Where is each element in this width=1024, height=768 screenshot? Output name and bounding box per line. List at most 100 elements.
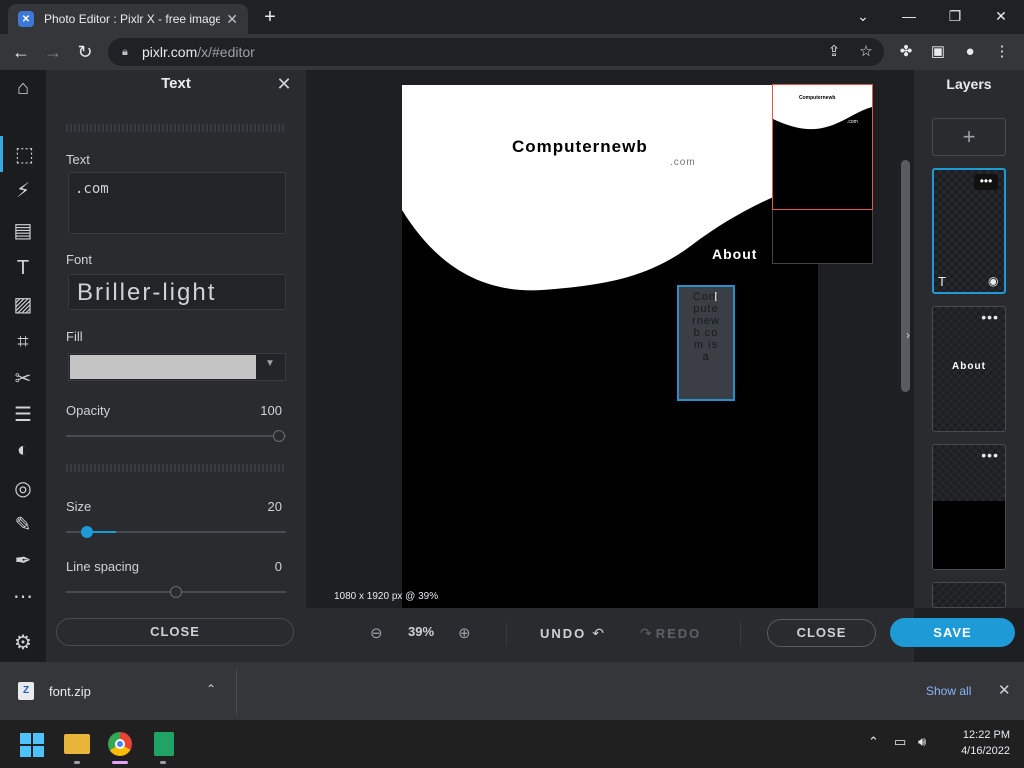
layers-title: Layers: [946, 76, 992, 92]
filter-icon[interactable]: ◐: [0, 432, 46, 468]
browser-toolbar: ← → ↻ 🔒︎ pixlr.com /x/#editor ⇪ ☆ ✤ ▣ ● …: [0, 34, 1024, 70]
extensions-icon[interactable]: ✤: [896, 42, 916, 62]
auto-fix-icon[interactable]: ⚡︎: [0, 172, 46, 208]
back-icon[interactable]: ←: [10, 42, 32, 62]
undo-button[interactable]: UNDO ↶: [540, 625, 604, 642]
document-canvas[interactable]: Computernewb .com About Com pute rnew b co m…: [402, 85, 818, 608]
layout-icon[interactable]: ▤: [0, 212, 46, 248]
text-layer-icon: T: [938, 274, 946, 289]
tab-close-icon[interactable]: ✕: [226, 11, 238, 28]
home-icon[interactable]: ⌂: [0, 70, 46, 106]
profile-icon[interactable]: ●: [960, 42, 980, 62]
bookmark-star-icon[interactable]: ☆: [856, 42, 876, 62]
visibility-eye-icon[interactable]: ◉: [988, 274, 998, 288]
line-spacing-slider-knob[interactable]: [170, 586, 182, 598]
windows-start-icon[interactable]: [20, 733, 44, 757]
active-indicator: [112, 761, 128, 764]
viewport-rect[interactable]: [772, 84, 873, 210]
opacity-value: 100: [260, 403, 282, 418]
layer-options-icon[interactable]: •••: [981, 309, 999, 325]
adjust-icon[interactable]: ☰: [0, 396, 46, 432]
download-file-name[interactable]: font.zip: [49, 684, 91, 699]
browser-menu-icon[interactable]: ⋮: [992, 42, 1012, 62]
layer-options-icon[interactable]: •••: [974, 174, 998, 190]
vertical-text-line: m is: [693, 339, 719, 351]
layer-options-icon[interactable]: •••: [981, 447, 999, 463]
tab-search-icon[interactable]: ⌄: [848, 6, 878, 26]
selected-text-box[interactable]: Com pute rnew b co m is a: [677, 285, 735, 401]
file-explorer-icon[interactable]: [64, 734, 90, 754]
undo-icon: ↶: [592, 625, 605, 641]
tray-chevron-icon[interactable]: ⌃: [868, 734, 879, 750]
vertical-text-line: a: [702, 351, 710, 363]
navigator-thumbnail[interactable]: Computernewb .com: [772, 84, 873, 264]
retouch-icon[interactable]: ✎: [0, 506, 46, 542]
layer-black-shape[interactable]: •••: [932, 444, 1006, 570]
arrange-tool-icon[interactable]: ⬚: [0, 136, 46, 172]
size-value: 20: [267, 499, 282, 514]
dimensions-label: 1080 x 1920 px @ 39%: [334, 591, 439, 602]
show-all-link[interactable]: Show all: [926, 684, 971, 698]
reload-icon[interactable]: ↻: [74, 42, 96, 62]
clock-time[interactable]: 12:22 PM: [950, 729, 1010, 741]
draw-icon[interactable]: ✒︎: [0, 542, 46, 578]
vertical-text-line: pute: [693, 303, 719, 315]
line-spacing-label: Line spacing: [66, 559, 139, 574]
minimize-button[interactable]: —: [894, 6, 924, 26]
panel-close-icon[interactable]: ✕: [274, 72, 294, 96]
more-tools-icon[interactable]: ⋯: [0, 578, 46, 614]
zoom-in-icon[interactable]: ⊕: [458, 624, 471, 642]
canvas-about-text[interactable]: About: [712, 246, 757, 262]
restore-button[interactable]: ❐: [940, 6, 970, 26]
window-close-button[interactable]: ✕: [986, 6, 1016, 26]
download-bar-close-icon[interactable]: ✕: [998, 681, 1011, 699]
chevron-up-icon[interactable]: ⌃: [206, 682, 216, 696]
redo-label: REDO: [655, 626, 702, 641]
zip-file-icon: Z: [18, 682, 34, 700]
new-tab-button[interactable]: +: [260, 6, 280, 28]
crop-icon[interactable]: ⌗: [0, 324, 46, 360]
fill-color-picker[interactable]: ▼: [68, 353, 286, 381]
volume-icon[interactable]: 🔊︎: [918, 734, 926, 750]
layer-wave[interactable]: [932, 582, 1006, 608]
size-slider-knob[interactable]: [81, 526, 93, 538]
liquify-icon[interactable]: ◎: [0, 470, 46, 506]
clock-date[interactable]: 4/16/2022: [950, 745, 1010, 757]
add-layer-button[interactable]: +: [932, 118, 1006, 156]
canvas-title-text[interactable]: Computernewb: [512, 137, 648, 157]
divider: [66, 464, 286, 472]
close-button[interactable]: CLOSE: [767, 619, 876, 647]
share-icon[interactable]: ⇪: [824, 42, 844, 62]
chevron-down-icon: ▼: [265, 358, 275, 369]
zoom-out-icon[interactable]: ⊖: [370, 624, 383, 642]
browser-tab[interactable]: ✕ Photo Editor : Pixlr X - free image ✕: [8, 4, 248, 34]
forward-icon[interactable]: →: [42, 42, 64, 62]
text-panel: Text ✕ Text .com Font Briller-light Fill…: [46, 70, 306, 662]
panel-close-button[interactable]: CLOSE: [56, 618, 294, 646]
address-bar[interactable]: 🔒︎ pixlr.com /x/#editor: [108, 38, 884, 66]
text-input[interactable]: .com: [68, 172, 286, 234]
text-tool-icon[interactable]: T: [0, 250, 46, 286]
save-button[interactable]: SAVE: [890, 618, 1015, 647]
layer-text-about[interactable]: ••• About: [932, 306, 1006, 432]
canvas-subtitle-text[interactable]: .com: [670, 157, 696, 168]
vertical-scrollbar[interactable]: [901, 160, 910, 392]
spreadsheet-app-icon[interactable]: [154, 732, 174, 756]
font-picker[interactable]: Briller-light: [68, 274, 286, 310]
fill-label: Fill: [66, 329, 83, 344]
tab-strip: ✕ Photo Editor : Pixlr X - free image ✕ …: [0, 0, 1024, 34]
collapse-layers-icon[interactable]: ›: [902, 320, 914, 350]
chrome-taskbar-icon[interactable]: [108, 732, 132, 756]
vertical-text-lines: Com pute rnew b co m is a: [681, 291, 731, 363]
opacity-slider[interactable]: [66, 435, 286, 437]
redo-button[interactable]: ↷ REDO: [640, 625, 701, 642]
settings-gear-icon[interactable]: ⚙︎: [0, 624, 46, 660]
network-icon[interactable]: ▭: [894, 734, 906, 750]
pixlr-favicon-icon: ✕: [18, 11, 34, 27]
opacity-slider-knob[interactable]: [273, 430, 285, 442]
cutout-icon[interactable]: ✂︎: [0, 360, 46, 396]
layer-text-com[interactable]: ••• T ◉: [932, 168, 1006, 294]
download-bar: Z font.zip ⌃ Show all ✕: [0, 662, 1024, 720]
side-panel-icon[interactable]: ▣: [928, 42, 948, 62]
pattern-icon[interactable]: ▨: [0, 286, 46, 322]
